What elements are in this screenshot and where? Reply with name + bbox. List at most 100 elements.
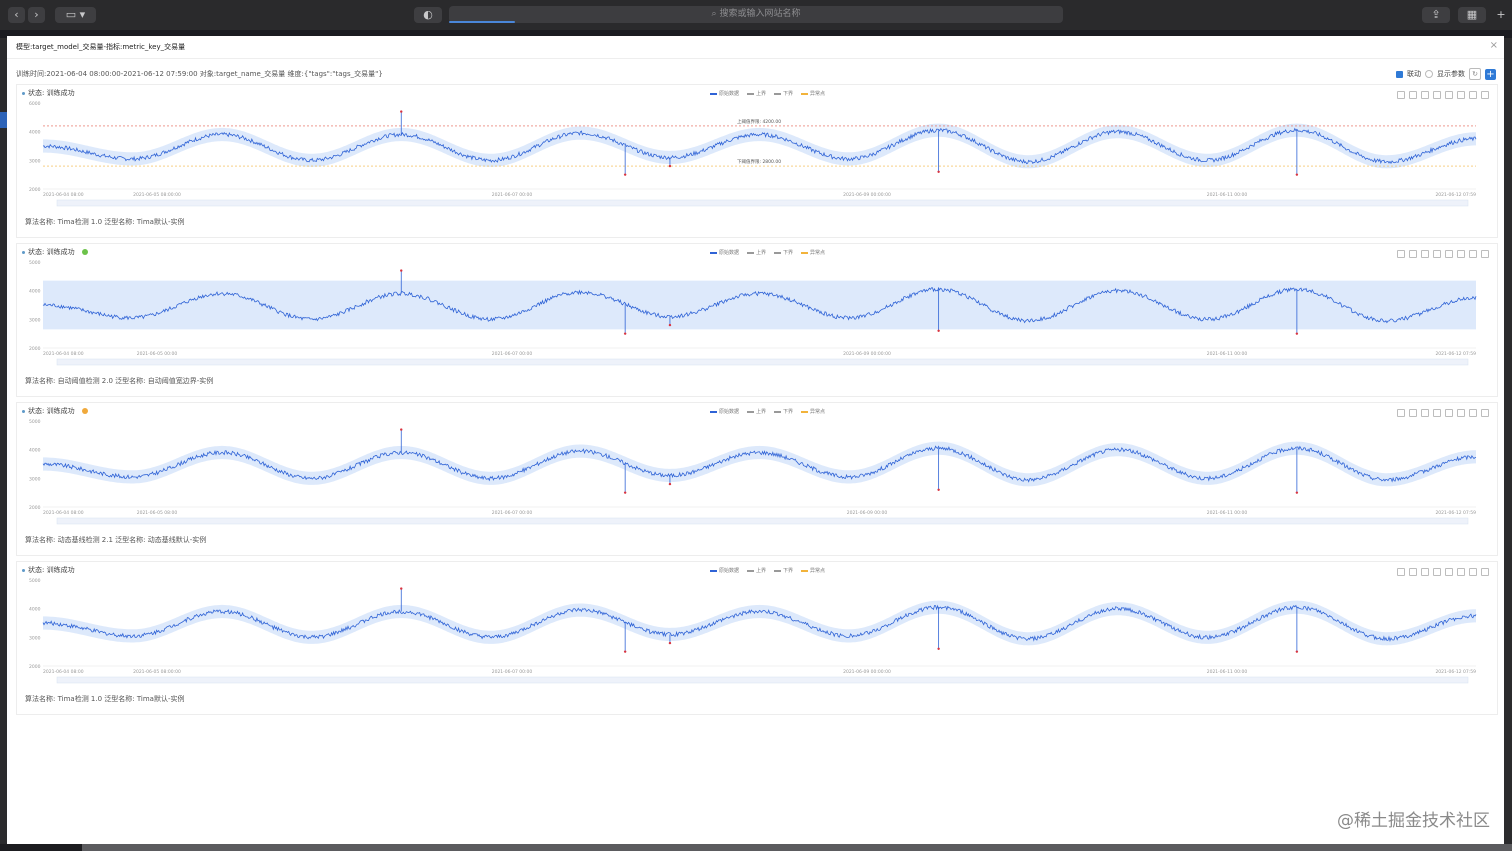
forward-button[interactable]: ›: [28, 7, 45, 23]
line-chart: 5000 4000 3000 20002021-06-04 08:00 2021-06-…: [29, 419, 1476, 525]
x-tick-label: 2021-06-07 00:00: [492, 510, 533, 516]
browser-toolbar: ‹ › ▭ ▾ ◐ ⌕ 搜索或输入网站名称 ⇪ ▦ +: [0, 0, 1512, 30]
dialog-controls: 联动 显示参数 ↻ +: [1396, 68, 1496, 80]
chart-panel: 状态: 训练成功 原始数据 上界 下界 异常点 5000 4000 3000 2000 2021-…: [16, 243, 1498, 397]
anomaly-point[interactable]: [937, 647, 940, 650]
algorithm-info: 算法名称: Tima检测 1.0 泛型名称: Tima默认-实例: [25, 695, 185, 703]
x-tick-label: 2021-06-09 00:00: [847, 510, 888, 516]
y-tick-label: 2000: [29, 664, 41, 670]
y-tick-label: 2000: [29, 505, 41, 511]
anomaly-point[interactable]: [668, 164, 672, 168]
y-tick-label: 4000: [29, 448, 41, 454]
x-tick-label: 2021-06-11 00:00: [1207, 192, 1248, 198]
anomaly-point[interactable]: [937, 488, 940, 491]
anomaly-point[interactable]: [668, 323, 672, 327]
x-tick-label: 2021-06-11 00:00: [1207, 669, 1248, 675]
confidence-band: [43, 280, 1476, 330]
shield-icon[interactable]: ◐: [414, 7, 442, 23]
close-icon[interactable]: ×: [1490, 40, 1498, 51]
x-tick-label: 2021-06-09 00:00:00: [843, 669, 891, 675]
anomaly-point[interactable]: [400, 587, 403, 590]
page-edge-accent: [0, 112, 7, 128]
upper-threshold-label: 上阈值界限: 4200.00: [737, 118, 781, 125]
y-tick-label: 5000: [29, 578, 41, 584]
x-tick-label: 2021-06-05 08:00:00: [133, 192, 181, 198]
y-tick-label: 3000: [29, 635, 41, 641]
x-tick-label: 2021-06-05 08:00:00: [133, 669, 181, 675]
share-icon[interactable]: ⇪: [1422, 7, 1450, 23]
anomaly-point[interactable]: [1295, 173, 1299, 176]
x-tick-label: 2021-06-12 07:59: [1435, 510, 1476, 516]
x-tick-label: 2021-06-07 00:00: [492, 669, 533, 675]
x-tick-label: 2021-06-09 00:00:00: [843, 351, 891, 357]
y-tick-label: 5000: [29, 260, 41, 266]
algorithm-info: 算法名称: Tima检测 1.0 泛型名称: Tima默认-实例: [25, 218, 185, 226]
add-button[interactable]: +: [1485, 68, 1496, 80]
y-tick-label: 3000: [29, 317, 41, 323]
line-chart: 5000 4000 3000 20002021-06-04 08:00 2021-06-…: [29, 578, 1477, 684]
anomaly-point[interactable]: [1295, 650, 1299, 653]
lower-threshold-label: 下阈值界限: 2800.00: [737, 158, 781, 165]
page-load-progress: [449, 21, 515, 23]
line-chart: 6000 4000 3000 20002021-06-04 08:00 2021-06-…: [29, 101, 1477, 207]
chart-dialog: 模型:target_model_交易量-指标:metric_key_交易量 × …: [7, 36, 1504, 844]
confidence-band: [43, 441, 1476, 487]
bottom-strip-fill: [82, 844, 1512, 851]
y-tick-label: 5000: [29, 419, 41, 425]
dialog-title: 模型:target_model_交易量-指标:metric_key_交易量: [16, 43, 186, 51]
anomaly-point[interactable]: [668, 482, 672, 486]
line-chart: 5000 4000 3000 20002021-06-04 08:00 2021-06-…: [29, 260, 1477, 366]
anomaly-point[interactable]: [668, 641, 672, 645]
y-tick-label: 4000: [29, 289, 41, 295]
x-tick-label: 2021-06-09 00:00:00: [843, 192, 891, 198]
y-tick-label: 2000: [29, 346, 41, 352]
y-tick-label: 3000: [29, 158, 41, 164]
anomaly-point[interactable]: [1295, 491, 1299, 494]
x-tick-label: 2021-06-11 00:00: [1207, 351, 1248, 357]
show-params-radio[interactable]: [1425, 70, 1433, 78]
back-button[interactable]: ‹: [8, 7, 25, 23]
x-tick-label: 2021-06-12 07:59: [1435, 351, 1476, 357]
y-tick-label: 6000: [29, 101, 41, 107]
tab-overview-icon[interactable]: ▦: [1458, 7, 1486, 23]
anomaly-point[interactable]: [1295, 332, 1299, 335]
anomaly-point[interactable]: [937, 329, 940, 332]
y-tick-label: 4000: [29, 607, 41, 613]
anomaly-point[interactable]: [623, 173, 627, 176]
link-checkbox[interactable]: [1396, 70, 1403, 78]
x-tick-label: 2021-06-11 00:00: [1207, 510, 1248, 516]
x-tick-label: 2021-06-04 08:00: [43, 192, 84, 198]
zoom-slider[interactable]: [56, 358, 1469, 366]
refresh-button[interactable]: ↻: [1469, 68, 1481, 80]
divider: [7, 58, 1504, 59]
zoom-slider[interactable]: [56, 199, 1469, 207]
algorithm-info: 算法名称: 自动阈值检测 2.0 泛型名称: 自动阈值宽边界-实例: [25, 377, 214, 385]
address-placeholder: 搜索或输入网站名称: [719, 9, 801, 19]
algorithm-info: 算法名称: 动态基线检测 2.1 泛型名称: 动态基线默认-实例: [25, 536, 207, 544]
new-tab-icon[interactable]: +: [1492, 7, 1510, 23]
anomaly-point[interactable]: [623, 332, 627, 335]
y-tick-label: 4000: [29, 130, 41, 136]
x-tick-label: 2021-06-05 00:00: [137, 351, 178, 357]
anomaly-point[interactable]: [400, 110, 403, 113]
anomaly-point[interactable]: [400, 428, 403, 431]
zoom-slider[interactable]: [56, 517, 1469, 525]
x-tick-label: 2021-06-12 07:59: [1435, 192, 1476, 198]
anomaly-point[interactable]: [623, 491, 627, 494]
anomaly-point[interactable]: [623, 650, 627, 653]
address-bar[interactable]: ⌕ 搜索或输入网站名称: [449, 6, 1063, 23]
anomaly-point[interactable]: [937, 170, 940, 173]
x-tick-label: 2021-06-05 08:00: [137, 510, 178, 516]
anomaly-point[interactable]: [400, 269, 403, 272]
sidebar-toggle-button[interactable]: ▭ ▾: [55, 7, 96, 23]
x-tick-label: 2021-06-04 08:00: [43, 510, 84, 516]
y-tick-label: 3000: [29, 476, 41, 482]
x-tick-label: 2021-06-07 00:00: [492, 351, 533, 357]
link-label: 联动: [1407, 70, 1421, 78]
chart-panel: 状态: 训练成功 原始数据 上界 下界 异常点 5000 4000 3000 2000 2021-…: [16, 561, 1498, 715]
chart-panel: 状态: 训练成功 原始数据 上界 下界 异常点 5000 4000 3000 2000 2021-…: [16, 402, 1498, 556]
watermark: @稀土掘金技术社区: [1337, 811, 1490, 831]
zoom-slider[interactable]: [56, 676, 1469, 684]
training-info: 训练时间:2021-06-04 08:00:00-2021-06-12 07:5…: [16, 70, 383, 78]
x-tick-label: 2021-06-04 08:00: [43, 351, 84, 357]
